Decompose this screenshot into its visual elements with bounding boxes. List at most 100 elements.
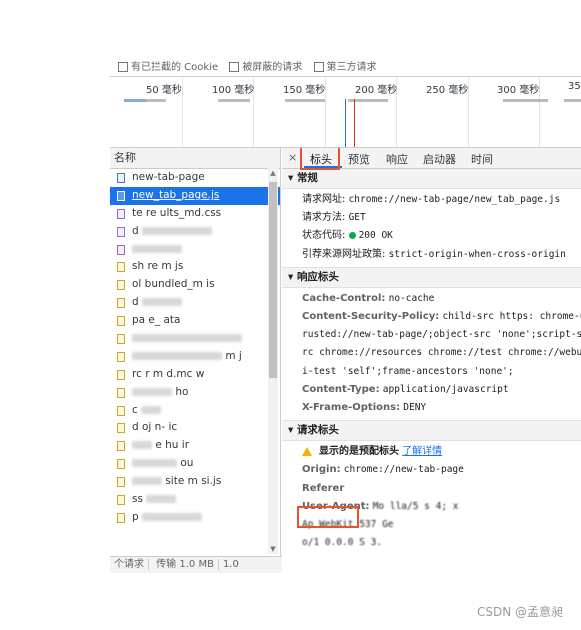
request-row[interactable]: d oj n- ic [110, 419, 280, 437]
request-name: new_tab_page.js [132, 188, 220, 201]
header-row-continuation: rusted://new-tab-page/;object-src 'none'… [282, 326, 581, 344]
request-name: c [132, 403, 138, 416]
name-column-header[interactable]: 名称 [110, 148, 280, 169]
header-key: 请求方法: [302, 212, 346, 224]
request-name: ou [177, 457, 194, 470]
timeline-request-bar [146, 99, 166, 102]
tab-preview[interactable]: 预览 [348, 151, 370, 167]
header-value: child-src https: chrome-unt [442, 311, 581, 323]
header-value: rc chrome://resources chrome://test chro… [302, 347, 581, 359]
redacted-text [132, 441, 152, 450]
warning-icon [302, 446, 312, 456]
document-icon [117, 173, 125, 183]
header-key: 状态代码: [302, 230, 346, 242]
timeline-request-bar [285, 99, 325, 102]
scroll-up-arrow-icon[interactable]: ▲ [268, 168, 278, 178]
request-row[interactable]: sh re m js [110, 258, 280, 276]
section-general-header[interactable]: ▾ 常规 [282, 169, 581, 189]
close-details-icon[interactable]: × [288, 151, 297, 164]
request-row[interactable]: e hu ir [110, 437, 280, 455]
request-row-selected[interactable]: new_tab_page.js [110, 186, 280, 205]
header-value: GET [348, 212, 366, 224]
timeline-tick-label: 300 毫秒 [497, 85, 540, 96]
section-request-headers-title: 请求标头 [296, 424, 339, 437]
request-row[interactable]: site m si.js [110, 473, 280, 491]
scrollbar-thumb[interactable] [269, 182, 277, 378]
blocked-cookies-checkbox[interactable] [118, 62, 128, 72]
header-value: rusted://new-tab-page/;object-src 'none'… [302, 329, 581, 341]
script-file-icon [117, 405, 125, 416]
timeline-tick-label: 100 毫秒 [212, 85, 255, 96]
request-name: p [132, 510, 139, 523]
header-value: i-test 'self';frame-ancestors 'none'; [302, 365, 514, 377]
header-value: DENY [403, 402, 427, 414]
request-row[interactable]: ss [110, 491, 280, 509]
request-row[interactable]: new-tab-page [110, 169, 280, 187]
request-row[interactable]: d [110, 294, 280, 312]
network-status-bar: 个请求 传输 1.0 MB 1.0 [110, 556, 282, 573]
header-row: Referer [282, 480, 581, 498]
script-file-icon [117, 298, 125, 309]
redacted-text [141, 405, 162, 414]
header-row-continuation: o/1 0.0.0 S 3. [282, 534, 581, 552]
stylesheet-icon [117, 208, 125, 219]
timeline-tick-label: 150 毫秒 [283, 85, 326, 96]
request-name: e hu ir [152, 439, 190, 452]
section-general-title: 常规 [296, 172, 318, 184]
request-name: ss [132, 493, 143, 506]
request-row[interactable]: pa e_ ata [110, 312, 280, 330]
request-list-scrollbar[interactable]: ▲ ▼ [268, 168, 278, 554]
highlight-box-user-agent [297, 506, 359, 528]
script-file-icon [117, 280, 125, 291]
script-file-icon [117, 495, 125, 506]
tab-timing[interactable]: 时间 [471, 151, 493, 167]
redacted-text [132, 334, 242, 343]
request-row[interactable]: c [110, 402, 280, 420]
request-name: pa e_ ata [132, 314, 181, 327]
script-file-icon [117, 316, 125, 327]
header-row-continuation: rc chrome://resources chrome://test chro… [282, 344, 581, 362]
blocked-requests-checkbox[interactable] [229, 62, 240, 72]
header-row: 引荐来源网址政策: strict-origin-when-cross-origi… [282, 246, 581, 267]
filter-label-cookies: 有已拦截的 Cookie [131, 62, 219, 73]
script-file-icon [117, 477, 125, 488]
request-row[interactable] [110, 241, 280, 259]
request-name: m j [222, 349, 242, 362]
header-row: Content-Type: application/javascript [282, 381, 581, 399]
request-name: d [132, 296, 139, 309]
request-row[interactable]: rc r m d.mc w [110, 366, 280, 384]
request-name: sh re m js [132, 260, 184, 273]
warning-text: 显示的是预配标头 [319, 446, 399, 458]
status-ok-dot-icon [348, 231, 356, 239]
header-value: o/1 0.0.0 S 3. [302, 537, 383, 549]
request-list-panel: 名称 new-tab-page new_tab_page.js te re ul… [110, 148, 281, 572]
request-row[interactable] [110, 330, 280, 348]
request-name: te re ults_md.css [132, 206, 222, 219]
request-row[interactable]: ou [110, 455, 280, 473]
timeline-request-bar [218, 99, 250, 102]
redacted-text [146, 495, 177, 504]
section-response-headers-header[interactable]: ▾ 响应标头 [282, 266, 581, 288]
third-party-checkbox[interactable] [313, 62, 324, 72]
learn-more-link[interactable]: 了解详情 [402, 446, 442, 457]
timeline-request-bar [503, 99, 548, 102]
request-row[interactable]: m j [110, 348, 280, 366]
request-name: new-tab-page [132, 171, 205, 183]
timeline-overview[interactable]: 50 毫秒 100 毫秒 150 毫秒 200 毫秒 250 毫秒 300 毫秒… [110, 76, 581, 148]
tab-initiator[interactable]: 启动器 [423, 151, 456, 167]
request-row[interactable]: d [110, 223, 280, 241]
header-value: strict-origin-when-cross-origin [388, 248, 566, 260]
request-row[interactable]: p [110, 509, 280, 527]
redacted-text [132, 459, 177, 468]
header-value: chrome://new-tab-page [343, 464, 464, 476]
request-name: d [132, 224, 139, 237]
request-list: new-tab-page new_tab_page.js te re ults_… [110, 169, 280, 527]
request-row[interactable]: ol bundled_m is [110, 276, 280, 294]
section-request-headers-header[interactable]: ▾ 请求标头 [282, 420, 581, 442]
tab-response[interactable]: 响应 [386, 151, 408, 167]
request-row[interactable]: ho [110, 384, 280, 402]
header-key: Referer [302, 482, 345, 494]
request-row[interactable]: te re ults_md.css [110, 205, 280, 223]
script-file-icon [117, 351, 125, 362]
scroll-down-arrow-icon[interactable]: ▼ [268, 544, 278, 554]
